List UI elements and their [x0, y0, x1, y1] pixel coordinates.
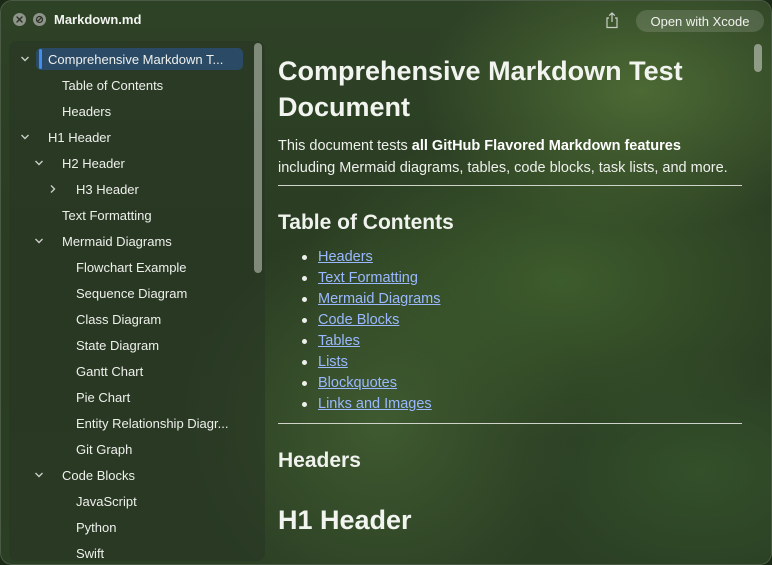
- sidebar-item-label: Headers: [62, 103, 112, 119]
- selection-indicator: [39, 49, 42, 69]
- sidebar-item[interactable]: Flowchart Example: [9, 256, 243, 278]
- toc-link[interactable]: Links and Images: [318, 396, 432, 412]
- sidebar-item-label: State Diagram: [76, 337, 160, 353]
- toc-link[interactable]: Headers: [318, 249, 373, 265]
- toc-item: Blockquotes: [301, 373, 440, 394]
- sidebar-item-label: Table of Contents: [62, 77, 164, 93]
- sidebar-item-label: Class Diagram: [76, 311, 162, 327]
- toc-heading: Table of Contents: [278, 211, 454, 234]
- sidebar-item-label: Flowchart Example: [76, 259, 187, 275]
- chevron-down-icon[interactable]: [20, 54, 30, 64]
- content-scrollbar[interactable]: [754, 44, 762, 72]
- sidebar-item[interactable]: Pie Chart: [9, 386, 243, 408]
- toc-item: Headers: [301, 247, 440, 268]
- share-icon: [606, 12, 618, 29]
- chevron-down-icon[interactable]: [34, 470, 44, 480]
- divider: [278, 423, 742, 424]
- h1-demo-heading: H1 Header: [278, 505, 412, 535]
- window-title: Markdown.md: [54, 12, 142, 27]
- toc-link[interactable]: Tables: [318, 333, 360, 349]
- share-button[interactable]: [605, 12, 619, 34]
- sidebar-item[interactable]: Git Graph: [9, 438, 243, 460]
- sidebar-item-label: Python: [76, 519, 117, 535]
- title-bar: Markdown.md Open with Xcode: [1, 1, 771, 39]
- sidebar-item[interactable]: Code Blocks: [9, 464, 243, 486]
- toc-list: Headers Text Formatting Mermaid Diagrams Co…: [278, 247, 440, 415]
- sidebar-item-label: Comprehensive Markdown T...: [48, 51, 224, 67]
- sidebar-item[interactable]: Gantt Chart: [9, 360, 243, 382]
- toc-link[interactable]: Mermaid Diagrams: [318, 291, 440, 307]
- sidebar-item-label: Entity Relationship Diagr...: [76, 415, 229, 431]
- sidebar-item[interactable]: Mermaid Diagrams: [9, 230, 243, 252]
- intro-paragraph: This document tests all GitHub Flavored …: [278, 135, 748, 179]
- sidebar-item[interactable]: Class Diagram: [9, 308, 243, 330]
- open-with-xcode-button[interactable]: Open with Xcode: [636, 10, 764, 32]
- sidebar-item-label: H2 Header: [62, 155, 125, 171]
- toc-link[interactable]: Code Blocks: [318, 312, 399, 328]
- sidebar-item[interactable]: Python: [9, 516, 243, 538]
- sidebar-item[interactable]: Text Formatting: [9, 204, 243, 226]
- chevron-down-icon[interactable]: [34, 236, 44, 246]
- sidebar-item-label: Sequence Diagram: [76, 285, 188, 301]
- outline-sidebar: Comprehensive Markdown T... Table of Cont…: [9, 41, 265, 561]
- sidebar-item[interactable]: H2 Header: [9, 152, 243, 174]
- toc-link[interactable]: Lists: [318, 354, 348, 370]
- sidebar-item-label: Mermaid Diagrams: [62, 233, 172, 249]
- chevron-right-icon[interactable]: [48, 184, 58, 194]
- sidebar-item-label: H1 Header: [48, 129, 111, 145]
- toc-link[interactable]: Blockquotes: [318, 375, 397, 391]
- intro-text-end: including Mermaid diagrams, tables, code…: [278, 160, 728, 176]
- minimize-icon: [35, 15, 44, 24]
- sidebar-item-label: Code Blocks: [62, 467, 135, 483]
- sidebar-item[interactable]: Table of Contents: [9, 74, 243, 96]
- sidebar-item-label: H3 Header: [76, 181, 139, 197]
- headers-heading: Headers: [278, 449, 361, 472]
- sidebar-item[interactable]: State Diagram: [9, 334, 243, 356]
- sidebar-item-label: Pie Chart: [76, 389, 131, 405]
- app-window: Markdown.md Open with Xcode Comprehensiv…: [0, 0, 772, 565]
- sidebar-item[interactable]: Sequence Diagram: [9, 282, 243, 304]
- document-title: Comprehensive Markdown Test Document: [278, 56, 683, 122]
- chevron-down-icon[interactable]: [34, 158, 44, 168]
- toc-item: Tables: [301, 331, 440, 352]
- intro-bold-text: all GitHub Flavored Markdown features: [411, 138, 681, 154]
- sidebar-item[interactable]: H1 Header: [9, 126, 243, 148]
- sidebar-item[interactable]: Comprehensive Markdown T...: [21, 48, 243, 70]
- sidebar-item[interactable]: Swift: [9, 542, 243, 561]
- sidebar-item-label: Swift: [76, 545, 105, 561]
- toc-link[interactable]: Text Formatting: [318, 270, 418, 286]
- sidebar-item[interactable]: H3 Header: [9, 178, 243, 200]
- close-button[interactable]: [13, 13, 26, 26]
- toc-item: Links and Images: [301, 394, 440, 415]
- sidebar-item-label: Gantt Chart: [76, 363, 144, 379]
- toc-item: Text Formatting: [301, 268, 440, 289]
- toc-item: Mermaid Diagrams: [301, 289, 440, 310]
- chevron-down-icon[interactable]: [20, 132, 30, 142]
- sidebar-item[interactable]: JavaScript: [9, 490, 243, 512]
- sidebar-item[interactable]: Entity Relationship Diagr...: [9, 412, 243, 434]
- intro-text: This document tests: [278, 138, 412, 154]
- sidebar-item-label: JavaScript: [76, 493, 137, 509]
- sidebar-item-label: Text Formatting: [62, 207, 152, 223]
- sidebar-scrollbar[interactable]: [254, 43, 262, 273]
- sidebar-item[interactable]: Headers: [9, 100, 243, 122]
- divider: [278, 185, 742, 186]
- sidebar-item-label: Git Graph: [76, 441, 133, 457]
- toc-item: Lists: [301, 352, 440, 373]
- close-icon: [16, 16, 23, 23]
- toc-item: Code Blocks: [301, 310, 440, 331]
- minimize-button[interactable]: [33, 13, 46, 26]
